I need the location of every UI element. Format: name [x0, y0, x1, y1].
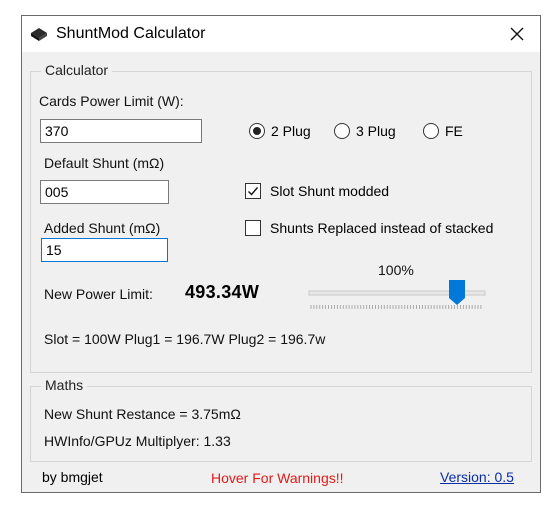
radio-2-plug[interactable]: 2 Plug	[249, 123, 311, 139]
slider-thumb[interactable]	[449, 280, 465, 305]
radio-3-plug-label: 3 Plug	[356, 123, 396, 139]
slot-shunt-label: Slot Shunt modded	[270, 183, 390, 199]
version-link[interactable]: Version: 0.5	[440, 469, 514, 485]
power-slider[interactable]	[307, 278, 487, 312]
close-button[interactable]	[494, 16, 540, 52]
window-title: ShuntMod Calculator	[56, 25, 206, 42]
title-bar: ShuntMod Calculator	[22, 16, 540, 52]
warnings-label[interactable]: Hover For Warnings!!	[211, 470, 344, 486]
radio-dot	[253, 127, 261, 135]
author-label: by bmgjet	[42, 469, 103, 485]
power-limit-label: Cards Power Limit (W):	[39, 93, 184, 109]
checkbox-box	[245, 220, 261, 236]
slider-percent-label: 100%	[378, 262, 414, 278]
radio-2-plug-label: 2 Plug	[271, 123, 311, 139]
radio-3-plug[interactable]: 3 Plug	[334, 123, 396, 139]
added-shunt-input[interactable]	[41, 238, 168, 262]
shunts-replaced-checkbox[interactable]: Shunts Replaced instead of stacked	[245, 220, 493, 236]
multiplier-text: HWInfo/GPUz Multiplyer: 1.33	[44, 433, 231, 449]
radio-circle	[334, 123, 350, 139]
radio-fe[interactable]: FE	[423, 123, 463, 139]
radio-circle	[249, 123, 265, 139]
shunts-replaced-label: Shunts Replaced instead of stacked	[270, 220, 494, 236]
close-icon	[510, 27, 524, 41]
new-power-limit-value: 493.34W	[185, 282, 260, 302]
app-window: ShuntMod Calculator Calculator Cards Pow…	[21, 15, 541, 493]
power-breakdown: Slot = 100W Plug1 = 196.7W Plug2 = 196.7…	[44, 331, 326, 347]
check-mark-icon	[248, 187, 259, 196]
new-power-limit-label: New Power Limit:	[44, 286, 153, 302]
checkbox-box	[245, 183, 261, 199]
added-shunt-label: Added Shunt (mΩ)	[44, 220, 161, 236]
default-shunt-label: Default Shunt (mΩ)	[44, 155, 165, 171]
shunt-resistance-text: New Shunt Restance = 3.75mΩ	[44, 406, 241, 422]
maths-group: Maths New Shunt Restance = 3.75mΩ HWInfo…	[30, 377, 532, 462]
calculator-legend: Calculator	[41, 62, 113, 78]
default-shunt-input[interactable]	[40, 180, 169, 204]
slider-ticks	[310, 305, 482, 309]
radio-fe-label: FE	[445, 123, 463, 139]
maths-legend: Maths	[41, 377, 88, 393]
app-icon	[31, 28, 47, 41]
slot-shunt-checkbox[interactable]: Slot Shunt modded	[245, 183, 389, 199]
radio-circle	[423, 123, 439, 139]
power-limit-input[interactable]	[40, 119, 202, 143]
calculator-group: Calculator Cards Power Limit (W): Defaul…	[30, 62, 532, 373]
